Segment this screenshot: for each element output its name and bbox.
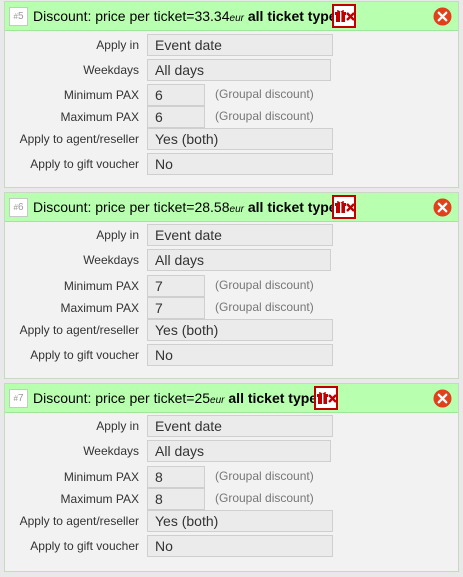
row-weekdays: Weekdays All days [5,440,460,463]
discount-number-badge: #6 [9,198,28,217]
row-gift: Apply to gift voucher No [5,344,460,367]
row-max-pax: Maximum PAX 6 (Groupal discount) [5,106,460,129]
discount-title: Discount: price per ticket=33.34eur all … [33,8,349,24]
max-pax-field[interactable]: 6 [147,106,205,128]
discount-panel-7: #7 Discount: price per ticket=25eur all … [4,383,459,572]
apply-in-field[interactable]: Event date [147,224,333,246]
row-max-pax: Maximum PAX 7 (Groupal discount) [5,297,460,320]
agent-field[interactable]: Yes (both) [147,319,333,341]
row-min-pax: Minimum PAX 7 (Groupal discount) [5,275,460,298]
row-apply-in: Apply in Event date [5,415,460,438]
row-apply-in: Apply in Event date [5,224,460,247]
agent-field[interactable]: Yes (both) [147,128,333,150]
apply-in-field[interactable]: Event date [147,415,333,437]
row-gift: Apply to gift voucher No [5,535,460,558]
row-weekdays: Weekdays All days [5,59,460,82]
discount-header[interactable]: #7 Discount: price per ticket=25eur all … [5,384,458,413]
discount-header[interactable]: #6 Discount: price per ticket=28.58eur a… [5,193,458,222]
gift-delete-icon[interactable] [332,4,356,28]
discount-panel-5: #5 Discount: price per ticket=33.34eur a… [4,1,459,188]
apply-in-field[interactable]: Event date [147,34,333,56]
row-min-pax: Minimum PAX 6 (Groupal discount) [5,84,460,107]
row-apply-in: Apply in Event date [5,34,460,57]
gift-voucher-field[interactable]: No [147,344,333,366]
row-min-pax: Minimum PAX 8 (Groupal discount) [5,466,460,489]
discount-header[interactable]: #5 Discount: price per ticket=33.34eur a… [5,2,458,31]
gift-delete-icon[interactable] [314,386,338,410]
discount-number-badge: #5 [9,7,28,26]
weekdays-field[interactable]: All days [147,59,331,81]
row-max-pax: Maximum PAX 8 (Groupal discount) [5,488,460,511]
max-pax-field[interactable]: 8 [147,488,205,510]
close-icon[interactable] [433,389,452,408]
row-gift: Apply to gift voucher No [5,153,460,176]
row-agent: Apply to agent/reseller Yes (both) [5,510,460,533]
row-agent: Apply to agent/reseller Yes (both) [5,128,460,151]
row-weekdays: Weekdays All days [5,249,460,272]
max-pax-field[interactable]: 7 [147,297,205,319]
discount-title: Discount: price per ticket=25eur all tic… [33,390,329,406]
discount-title: Discount: price per ticket=28.58eur all … [33,199,349,215]
gift-voucher-field[interactable]: No [147,153,333,175]
min-pax-field[interactable]: 8 [147,466,205,488]
min-pax-field[interactable]: 6 [147,84,205,106]
gift-delete-icon[interactable] [332,195,356,219]
row-agent: Apply to agent/reseller Yes (both) [5,319,460,342]
weekdays-field[interactable]: All days [147,440,331,462]
min-pax-field[interactable]: 7 [147,275,205,297]
discount-number-badge: #7 [9,389,28,408]
discount-panel-6: #6 Discount: price per ticket=28.58eur a… [4,192,459,379]
close-icon[interactable] [433,198,452,217]
weekdays-field[interactable]: All days [147,249,331,271]
gift-voucher-field[interactable]: No [147,535,333,557]
agent-field[interactable]: Yes (both) [147,510,333,532]
close-icon[interactable] [433,7,452,26]
